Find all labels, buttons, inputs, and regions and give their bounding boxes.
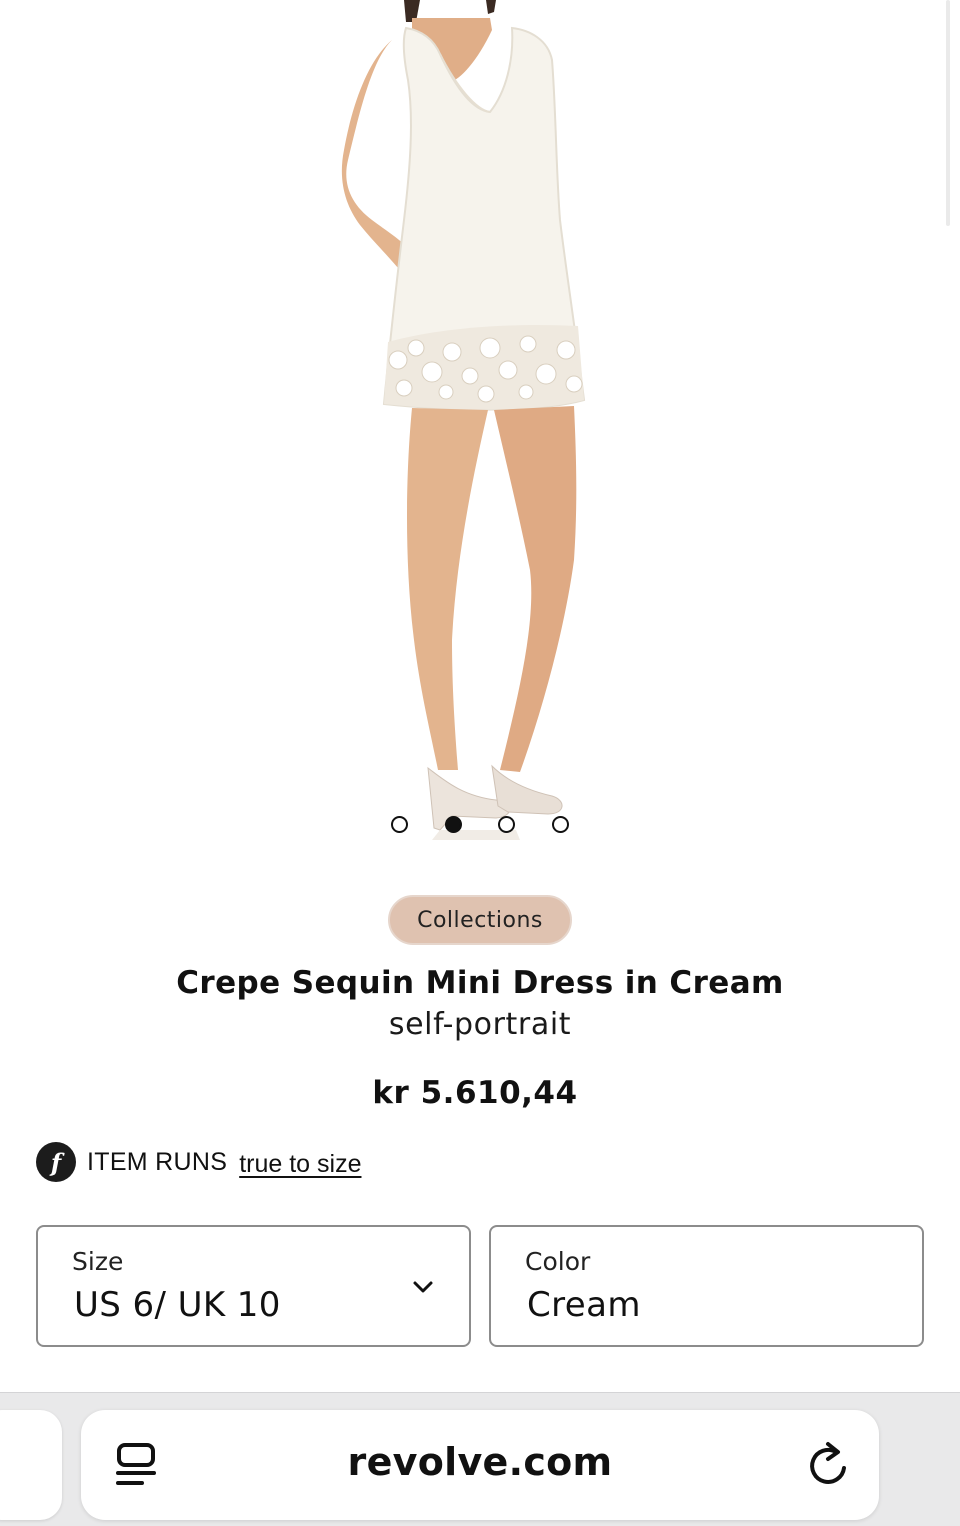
product-title: Crepe Sequin Mini Dress in Cream — [176, 965, 784, 1001]
fit-advice: f ITEM RUNS true to size — [36, 1142, 361, 1182]
fit-predictor-logo-icon: f — [36, 1142, 76, 1182]
reload-icon[interactable] — [806, 1440, 850, 1488]
product-brand[interactable]: self-portrait — [0, 1007, 960, 1042]
carousel-dot[interactable] — [552, 816, 569, 833]
carousel-dot-active[interactable] — [445, 816, 462, 833]
size-label: Size — [72, 1247, 124, 1276]
size-value: US 6/ UK 10 — [74, 1285, 281, 1325]
scrollbar[interactable] — [946, 0, 950, 226]
carousel-dot[interactable] — [498, 816, 515, 833]
fit-link[interactable]: true to size — [239, 1150, 361, 1179]
fit-label: ITEM RUNS — [87, 1147, 228, 1176]
color-label: Color — [525, 1247, 591, 1276]
product-price: kr 5.610,44 — [372, 1075, 578, 1111]
product-image[interactable] — [0, 0, 960, 860]
chevron-down-icon — [413, 1281, 433, 1293]
carousel-dots — [390, 816, 570, 834]
color-select[interactable]: Color Cream — [489, 1225, 924, 1347]
collections-badge[interactable]: Collections — [388, 895, 572, 945]
carousel-dot[interactable] — [391, 816, 408, 833]
size-select[interactable]: Size US 6/ UK 10 — [36, 1225, 471, 1347]
color-value: Cream — [527, 1285, 641, 1325]
dress-photo — [341, 0, 586, 840]
